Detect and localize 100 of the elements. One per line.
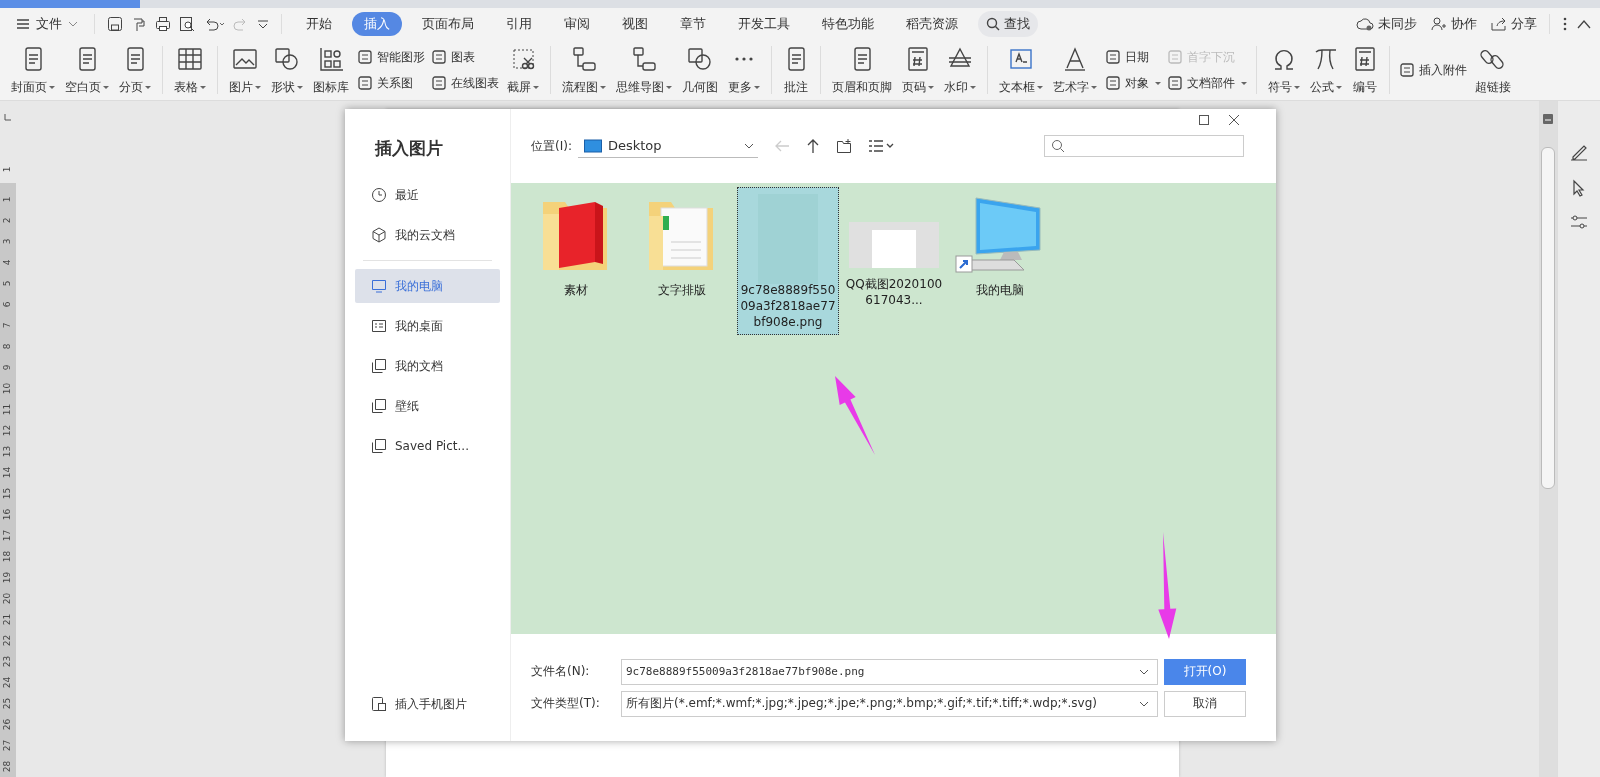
sync-button[interactable]: 未同步 [1356,15,1417,33]
sliders-icon[interactable] [1570,215,1588,229]
ribbon-button[interactable]: 文档部件 [1167,74,1247,92]
search-field[interactable] [1044,135,1244,157]
ribbon-button[interactable]: 图片 [224,40,266,100]
file-type-label: 文件类型(T): [531,695,601,712]
scrollbar[interactable] [1539,101,1557,777]
file-type-dropdown[interactable]: 所有图片(*.emf;*.wmf;*.jpg;*.jpeg;*.jpe;*.png;*.bmp;*.gif;*.tif;*.tiff;*.wdp;*.svg) [621,690,1158,717]
file-item[interactable]: QQ截图2020100617043... [843,187,945,313]
collaborate-button[interactable]: 协作 [1431,15,1477,33]
file-name: QQ截图2020100617043... [844,276,944,308]
ribbon-button[interactable]: 编号 [1347,40,1383,100]
ribbon-button[interactable]: 分页 [114,40,156,100]
ribbon-button[interactable]: 更多 [723,40,765,100]
ribbon-button[interactable]: 智能图形 [357,48,425,66]
ribbon-button[interactable]: 公式 [1305,40,1347,100]
ribbon-tab[interactable]: 章节 [668,12,718,36]
ribbon-button[interactable]: 在线图表 [431,74,499,92]
ribbon-button[interactable]: 空白页 [60,40,114,100]
nav-item[interactable]: 我的电脑 [355,269,500,303]
location-dropdown[interactable]: Desktop [577,134,758,158]
ribbon-button[interactable]: 符号 [1263,40,1305,100]
ribbon-tab[interactable]: 开始 [294,12,344,36]
shapes-icon [687,46,713,72]
art-text-icon [1062,46,1088,72]
ribbon-button[interactable]: 关系图 [357,74,425,92]
file-name: 文字排版 [657,282,707,298]
share-button[interactable]: 分享 [1491,15,1537,33]
nav-item[interactable]: 我的云文档 [355,218,500,252]
up-arrow-icon[interactable] [805,138,820,154]
ribbon-button[interactable]: 日期 [1105,48,1161,66]
file-item[interactable]: 素材 [525,187,627,303]
ribbon-tab[interactable]: 引用 [494,12,544,36]
file-item[interactable]: 9c78e8889f55009a3f2818ae77bf908e.png [737,187,839,335]
nav-item[interactable]: 我的桌面 [355,309,500,343]
ribbon-tab[interactable]: 特色功能 [810,12,886,36]
ruler-number: 17 [1,529,14,542]
scrollbar-thumb[interactable] [1541,147,1555,489]
monitor-icon [371,278,387,294]
open-button[interactable]: 打开(O) [1164,658,1246,685]
ruler-number: 6 [1,301,14,308]
ribbon-button[interactable]: 截屏 [502,40,544,100]
caret-icon [600,86,606,89]
close-icon[interactable] [1228,114,1240,126]
ribbon-tab[interactable]: 视图 [610,12,660,36]
more-icon[interactable] [1562,16,1568,32]
dropdown-icon[interactable] [257,19,269,29]
ribbon-button[interactable]: 水印 [939,40,981,100]
screenshot-icon [510,46,536,72]
caret-icon [1037,86,1043,89]
ruler-toggle-icon[interactable] [1542,113,1554,125]
more-icon [735,57,753,61]
ribbon-button[interactable]: 插入附件 [1399,61,1467,79]
ruler-number: 27 [1,739,14,752]
file-item[interactable]: 我的电脑 [949,187,1051,303]
caret-icon [49,86,55,89]
ribbon-button[interactable]: 流程图 [557,40,611,100]
ribbon-button[interactable]: 页码 [897,40,939,100]
nav-item[interactable]: 我的文档 [355,349,500,383]
ribbon-button[interactable]: 页眉和页脚 [827,40,897,100]
ribbon-tab[interactable]: 稻壳资源 [894,12,970,36]
search-icon [1051,139,1065,153]
nav-item[interactable]: Saved Pict... [355,429,500,463]
new-folder-icon[interactable] [835,138,852,154]
printer-icon[interactable] [155,16,171,32]
ribbon-button[interactable]: 文本框 [994,40,1048,100]
file-name: 素材 [563,282,589,298]
ruler-number: 20 [1,592,14,605]
ribbon-button[interactable]: 表格 [169,40,211,100]
nav-item[interactable]: 最近 [355,178,500,212]
file-name: 9c78e8889f55009a3f2818ae77bf908e.png [739,282,837,330]
print-preview-icon[interactable] [179,16,195,32]
cancel-button[interactable]: 取消 [1164,690,1246,717]
file-menu-button[interactable]: 文件 [12,15,82,33]
ribbon-button[interactable]: 几何图 [677,40,723,100]
ribbon-button[interactable]: 形状 [266,40,308,100]
save-icon[interactable] [107,16,123,32]
caret-icon [1091,86,1097,89]
ribbon-button[interactable]: 封面页 [6,40,60,100]
ribbon-button[interactable]: 批注 [778,40,814,100]
maximize-icon[interactable] [1198,114,1210,126]
file-item[interactable]: 文字排版 [631,187,733,303]
ruler-number: 2 [1,217,14,224]
ribbon-button[interactable]: 图表 [431,48,499,66]
search-button[interactable]: 查找 [978,11,1038,37]
file-name-field[interactable]: 9c78e8889f55009a3f2818ae77bf908e.png [621,658,1158,685]
nav-item[interactable]: 壁纸 [355,389,500,423]
ribbon-button[interactable]: 对象 [1105,74,1161,92]
phone-import-button[interactable]: 插入手机图片 [355,687,500,721]
ribbon-tab[interactable]: 审阅 [552,12,602,36]
view-mode-icon[interactable] [867,139,896,153]
ruler-number: 12 [1,424,14,437]
ribbon-button[interactable]: 图标库 [308,40,354,100]
collapse-icon[interactable] [1576,19,1592,29]
ribbon-button[interactable]: 艺术字 [1048,40,1102,100]
ribbon-button[interactable]: 思维导图 [611,40,677,100]
ribbon-button[interactable]: 超链接 [1470,40,1516,100]
ribbon-tab[interactable]: 开发工具 [726,12,802,36]
pen-icon[interactable] [1570,143,1588,161]
ribbon-tab[interactable]: 页面布局 [410,12,486,36]
